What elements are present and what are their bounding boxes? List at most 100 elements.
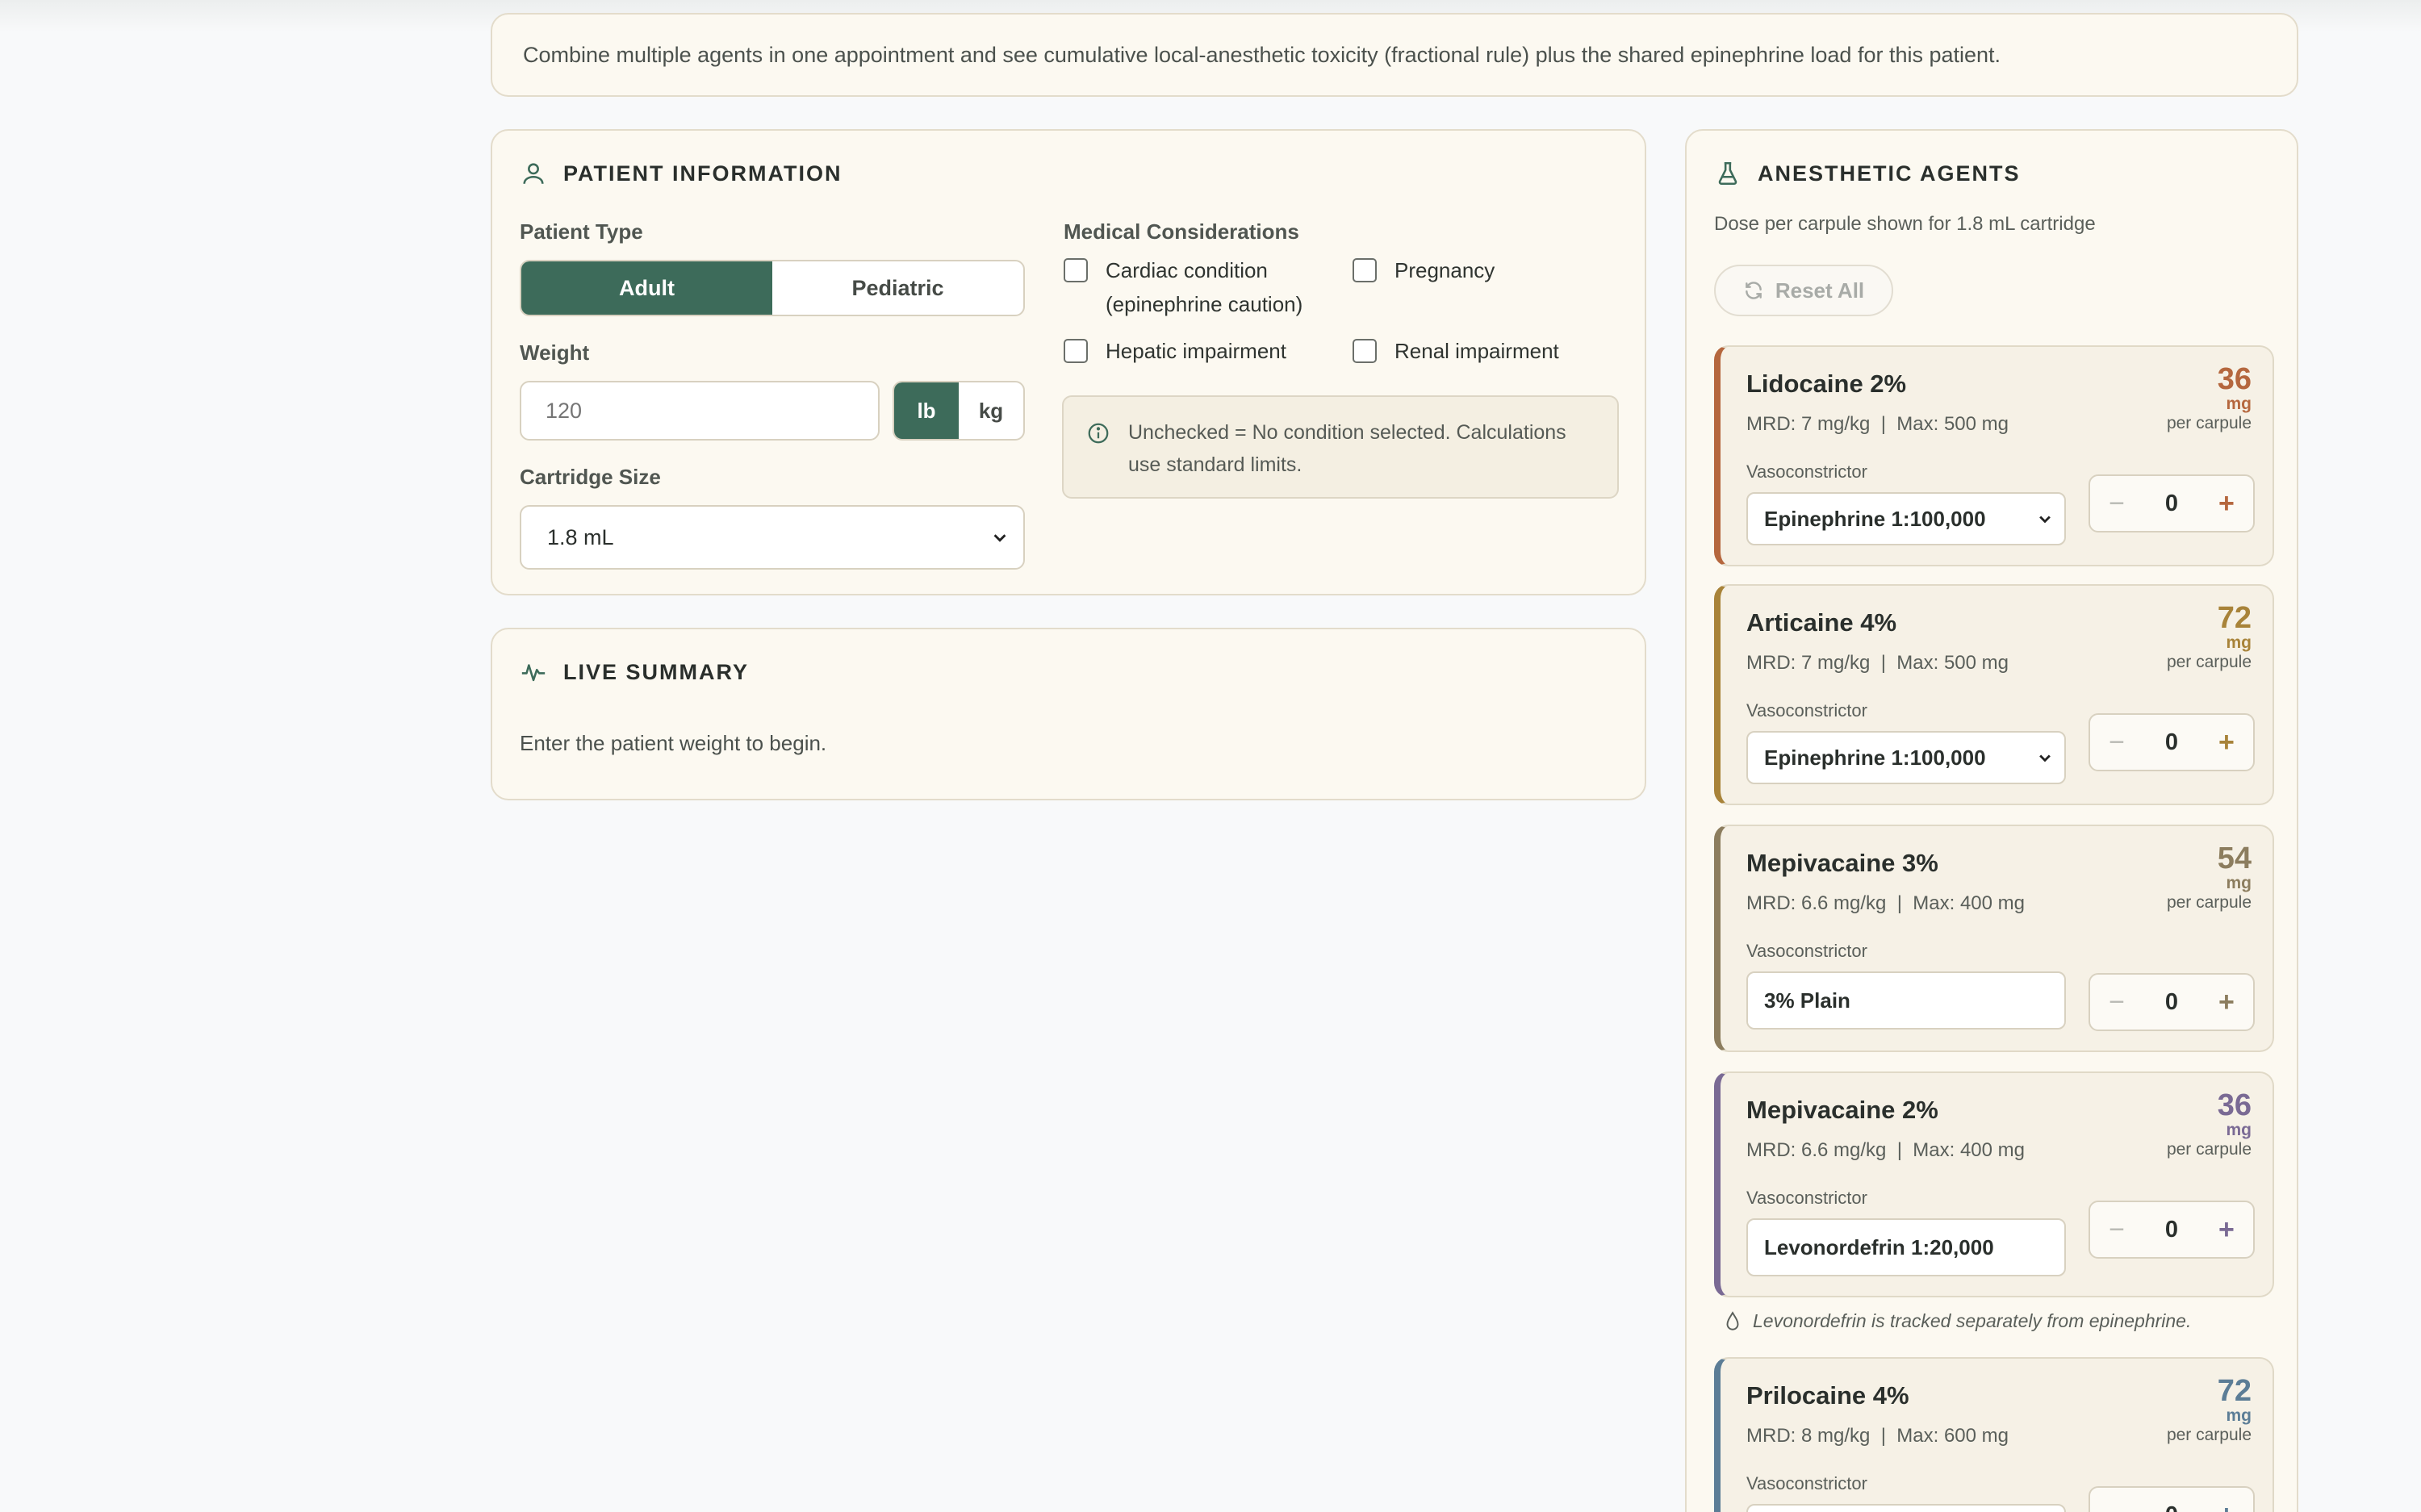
agent-dose-per: per carpule: [2166, 414, 2252, 432]
carpule-count: 0: [2164, 490, 2179, 516]
agent-dose: 72 mg per carpule: [2167, 1375, 2252, 1446]
agent-dose-unit: mg: [2226, 1406, 2252, 1425]
chevron-down-icon: [993, 534, 1006, 542]
hepatic-impairment-checkbox[interactable]: Hepatic impairment: [1064, 334, 1286, 368]
agent-card-mepivacaine-3: Mepivacaine 3% MRD: 6.6 mg/kg | Max: 400…: [1714, 825, 2274, 1052]
vasoconstrictor-select[interactable]: Epinephrine 1:100,000: [1746, 492, 2066, 545]
agent-dose-value: 72: [2217, 601, 2252, 635]
vasoconstrictor-value: Epinephrine 1:100,000: [1764, 506, 1986, 531]
agent-dose-per: per carpule: [2166, 653, 2252, 671]
weight-input[interactable]: [520, 381, 880, 441]
agent-mrd: MRD: 8 mg/kg | Max: 600 mg: [1746, 1425, 2009, 1447]
cartridge-size-select[interactable]: 1.8 mL: [520, 505, 1025, 570]
agent-dose-per: per carpule: [2166, 1426, 2252, 1444]
levonordefrin-note-text: Levonordefrin is tracked separately from…: [1753, 1310, 2192, 1331]
increment-button[interactable]: +: [2214, 987, 2239, 1018]
decrement-button[interactable]: −: [2105, 1214, 2129, 1246]
agent-dose-per: per carpule: [2166, 1140, 2252, 1159]
agent-card-articaine-4: Articaine 4% MRD: 7 mg/kg | Max: 500 mg …: [1714, 584, 2274, 805]
reset-all-button[interactable]: Reset All: [1714, 265, 1893, 316]
patient-section-title: PATIENT INFORMATION: [563, 161, 843, 186]
patient-type-adult[interactable]: Adult: [521, 261, 772, 315]
weight-unit-toggle: lb kg: [893, 381, 1025, 441]
increment-button[interactable]: +: [2214, 727, 2239, 758]
agent-mrd: MRD: 7 mg/kg | Max: 500 mg: [1746, 652, 2009, 674]
chevron-down-icon: [2039, 754, 2051, 762]
agent-mrd: MRD: 7 mg/kg | Max: 500 mg: [1746, 413, 2009, 435]
reset-all-label: Reset All: [1775, 278, 1865, 303]
agent-dose-value: 36: [2217, 1088, 2252, 1122]
vasoconstrictor-fixed: 3% Plain: [1746, 971, 2066, 1030]
cartridge-size-value: 1.8 mL: [547, 524, 614, 549]
agent-dose-unit: mg: [2226, 395, 2252, 413]
condition-note: Unchecked = No condition selected. Calcu…: [1062, 395, 1619, 499]
patient-section-header: PATIENT INFORMATION: [520, 160, 842, 187]
carpule-stepper: − 0 +: [2089, 713, 2255, 771]
carpule-stepper: − 0 +: [2089, 1201, 2255, 1259]
agent-name: Articaine 4%: [1746, 608, 1897, 637]
vasoconstrictor-value: 3% Plain: [1764, 988, 1850, 1013]
checkbox-box[interactable]: [1064, 339, 1088, 363]
summary-section-title: LIVE SUMMARY: [563, 659, 750, 684]
unit-lb[interactable]: lb: [894, 382, 959, 439]
live-summary-card: LIVE SUMMARY Enter the patient weight to…: [491, 628, 1646, 800]
carpule-count: 0: [2165, 1502, 2178, 1512]
pregnancy-label: Pregnancy: [1394, 258, 1495, 282]
info-icon: [1088, 423, 1109, 444]
decrement-button[interactable]: −: [2105, 1500, 2129, 1512]
pregnancy-checkbox[interactable]: Pregnancy: [1353, 253, 1495, 287]
flask-icon: [1718, 161, 1737, 186]
agents-section-header: ANESTHETIC AGENTS: [1714, 160, 2021, 187]
summary-text: Enter the patient weight to begin.: [520, 731, 827, 755]
summary-section-header: LIVE SUMMARY: [520, 658, 749, 686]
agent-dose: 36 mg per carpule: [2167, 363, 2252, 434]
carpule-stepper: − 0 +: [2089, 973, 2255, 1031]
agent-dose-unit: mg: [2226, 1121, 2252, 1139]
carpule-count: 0: [2164, 729, 2179, 755]
levonordefrin-note: Levonordefrin is tracked separately from…: [1724, 1310, 2191, 1332]
decrement-button[interactable]: −: [2105, 488, 2129, 520]
cartridge-size-label: Cartridge Size: [520, 465, 661, 489]
agent-name: Mepivacaine 2%: [1746, 1096, 1938, 1124]
chevron-down-icon: [2039, 516, 2051, 524]
agent-dose: 72 mg per carpule: [2167, 602, 2252, 673]
agent-card-lidocaine-2: Lidocaine 2% MRD: 7 mg/kg | Max: 500 mg …: [1714, 345, 2274, 566]
vasoconstrictor-fixed: Levonordefrin 1:20,000: [1746, 1218, 2066, 1276]
decrement-button[interactable]: −: [2105, 727, 2129, 758]
agent-dose-unit: mg: [2226, 633, 2252, 652]
vasoconstrictor-label: Vasoconstrictor: [1746, 700, 1867, 720]
agent-card-mepivacaine-2: Mepivacaine 2% MRD: 6.6 mg/kg | Max: 400…: [1714, 1071, 2274, 1297]
checkbox-box[interactable]: [1064, 258, 1088, 282]
patient-type-pediatric[interactable]: Pediatric: [772, 261, 1023, 315]
increment-button[interactable]: +: [2214, 1214, 2239, 1246]
agent-mrd: MRD: 6.6 mg/kg | Max: 400 mg: [1746, 1139, 2026, 1161]
decrement-button[interactable]: −: [2105, 987, 2129, 1018]
unit-kg[interactable]: kg: [959, 382, 1023, 439]
carpule-stepper: − 0 +: [2089, 1486, 2255, 1512]
vasoconstrictor-label: Vasoconstrictor: [1746, 462, 1867, 482]
carpule-stepper: − 0 +: [2089, 474, 2255, 533]
increment-button[interactable]: +: [2214, 1500, 2239, 1512]
condition-note-text: Unchecked = No condition selected. Calcu…: [1128, 421, 1566, 476]
intro-text: Combine multiple agents in one appointme…: [523, 42, 2001, 67]
carpule-count: 0: [2164, 988, 2179, 1015]
weight-label: Weight: [520, 340, 590, 365]
patient-type-label: Patient Type: [520, 219, 643, 244]
agent-dose-unit: mg: [2226, 874, 2252, 892]
cardiac-condition-checkbox[interactable]: Cardiac condition (epinephrine caution): [1064, 253, 1302, 321]
agent-name: Lidocaine 2%: [1746, 370, 1907, 398]
vasoconstrictor-label: Vasoconstrictor: [1746, 1473, 1867, 1493]
agent-name: Mepivacaine 3%: [1746, 849, 1938, 877]
patient-information-card: PATIENT INFORMATION Patient Type Adult P…: [491, 129, 1646, 595]
intro-banner: Combine multiple agents in one appointme…: [491, 13, 2298, 97]
medical-considerations-label: Medical Considerations: [1064, 219, 1299, 244]
renal-impairment-checkbox[interactable]: Renal impairment: [1353, 334, 1559, 368]
checkbox-box[interactable]: [1353, 258, 1377, 282]
agents-subtitle: Dose per carpule shown for 1.8 mL cartri…: [1714, 213, 2096, 235]
checkbox-box[interactable]: [1353, 339, 1377, 363]
agent-name: Prilocaine 4%: [1746, 1381, 1909, 1410]
droplet-icon: [1726, 1310, 1739, 1330]
vasoconstrictor-select[interactable]: Epinephrine 1:100,000: [1746, 731, 2066, 784]
increment-button[interactable]: +: [2214, 488, 2239, 520]
agent-dose-value: 72: [2217, 1374, 2252, 1408]
